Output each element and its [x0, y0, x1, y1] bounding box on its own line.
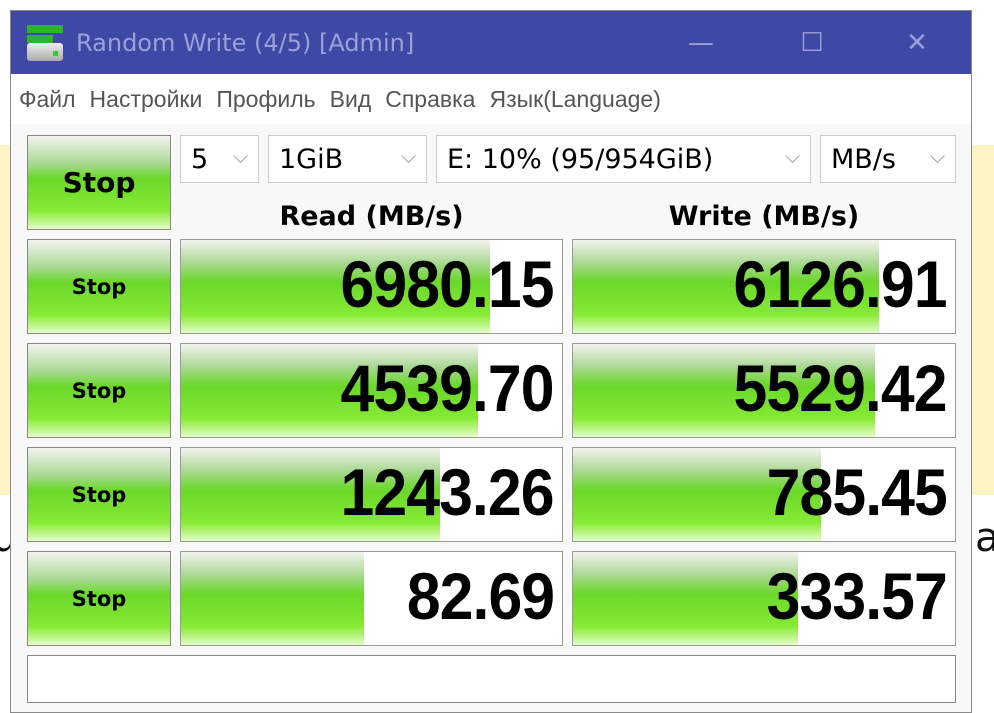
- read-value: 82.69: [406, 559, 555, 633]
- background-text: a: [975, 515, 994, 561]
- count-value: 5: [191, 143, 209, 175]
- menu-language[interactable]: Язык(Language): [489, 86, 660, 113]
- write-header: Write (MB/s): [668, 201, 860, 232]
- test-stop-button[interactable]: Stop: [27, 343, 171, 438]
- drive-value: E: 10% (95/954GiB): [447, 143, 714, 175]
- menu-help[interactable]: Справка: [385, 86, 475, 113]
- read-result: 6980.15: [180, 239, 563, 334]
- title-bar: Random Write (4/5) [Admin] — ☐ ✕: [11, 11, 971, 74]
- size-value: 1GiB: [279, 143, 344, 175]
- write-value: 333.57: [766, 559, 948, 633]
- read-result: 82.69: [180, 551, 563, 646]
- chevron-down-icon: ⌵: [232, 144, 248, 168]
- read-value: 1243.26: [340, 455, 555, 529]
- read-header: Read (MB/s): [279, 201, 464, 232]
- app-drive-icon: [26, 24, 64, 61]
- write-value: 5529.42: [733, 351, 948, 425]
- read-value: 4539.70: [340, 351, 555, 425]
- test-stop-button[interactable]: Stop: [27, 239, 171, 334]
- read-bar: [181, 552, 364, 645]
- all-stop-button[interactable]: Stop: [27, 135, 171, 230]
- test-stop-button[interactable]: Stop: [27, 551, 171, 646]
- write-value: 785.45: [766, 455, 948, 529]
- write-bar: [573, 552, 799, 645]
- comment-field[interactable]: [27, 655, 956, 703]
- menu-bar: Файл Настройки Профиль Вид Справка Язык(…: [11, 74, 971, 124]
- drive-select[interactable]: E: 10% (95/954GiB) ⌵: [436, 135, 811, 183]
- minimize-button[interactable]: —: [671, 11, 731, 74]
- menu-view[interactable]: Вид: [330, 86, 372, 113]
- test-stop-button[interactable]: Stop: [27, 447, 171, 542]
- read-result: 4539.70: [180, 343, 563, 438]
- count-select[interactable]: 5 ⌵: [180, 135, 259, 183]
- chevron-down-icon: ⌵: [400, 144, 416, 168]
- chevron-down-icon: ⌵: [929, 144, 945, 168]
- unit-value: MB/s: [831, 143, 896, 175]
- menu-profile[interactable]: Профиль: [216, 86, 315, 113]
- chevron-down-icon: ⌵: [784, 144, 800, 168]
- write-result: 5529.42: [572, 343, 956, 438]
- close-button[interactable]: ✕: [887, 11, 947, 74]
- unit-select[interactable]: MB/s ⌵: [820, 135, 956, 183]
- window-title: Random Write (4/5) [Admin]: [76, 28, 415, 57]
- write-result: 785.45: [572, 447, 956, 542]
- menu-file[interactable]: Файл: [19, 86, 76, 113]
- write-value: 6126.91: [733, 247, 948, 321]
- read-result: 1243.26: [180, 447, 563, 542]
- size-select[interactable]: 1GiB ⌵: [268, 135, 427, 183]
- menu-settings[interactable]: Настройки: [90, 86, 203, 113]
- write-result: 333.57: [572, 551, 956, 646]
- write-result: 6126.91: [572, 239, 956, 334]
- read-value: 6980.15: [340, 247, 555, 321]
- app-window: Random Write (4/5) [Admin] — ☐ ✕ Файл На…: [10, 10, 972, 713]
- maximize-button[interactable]: ☐: [782, 11, 842, 74]
